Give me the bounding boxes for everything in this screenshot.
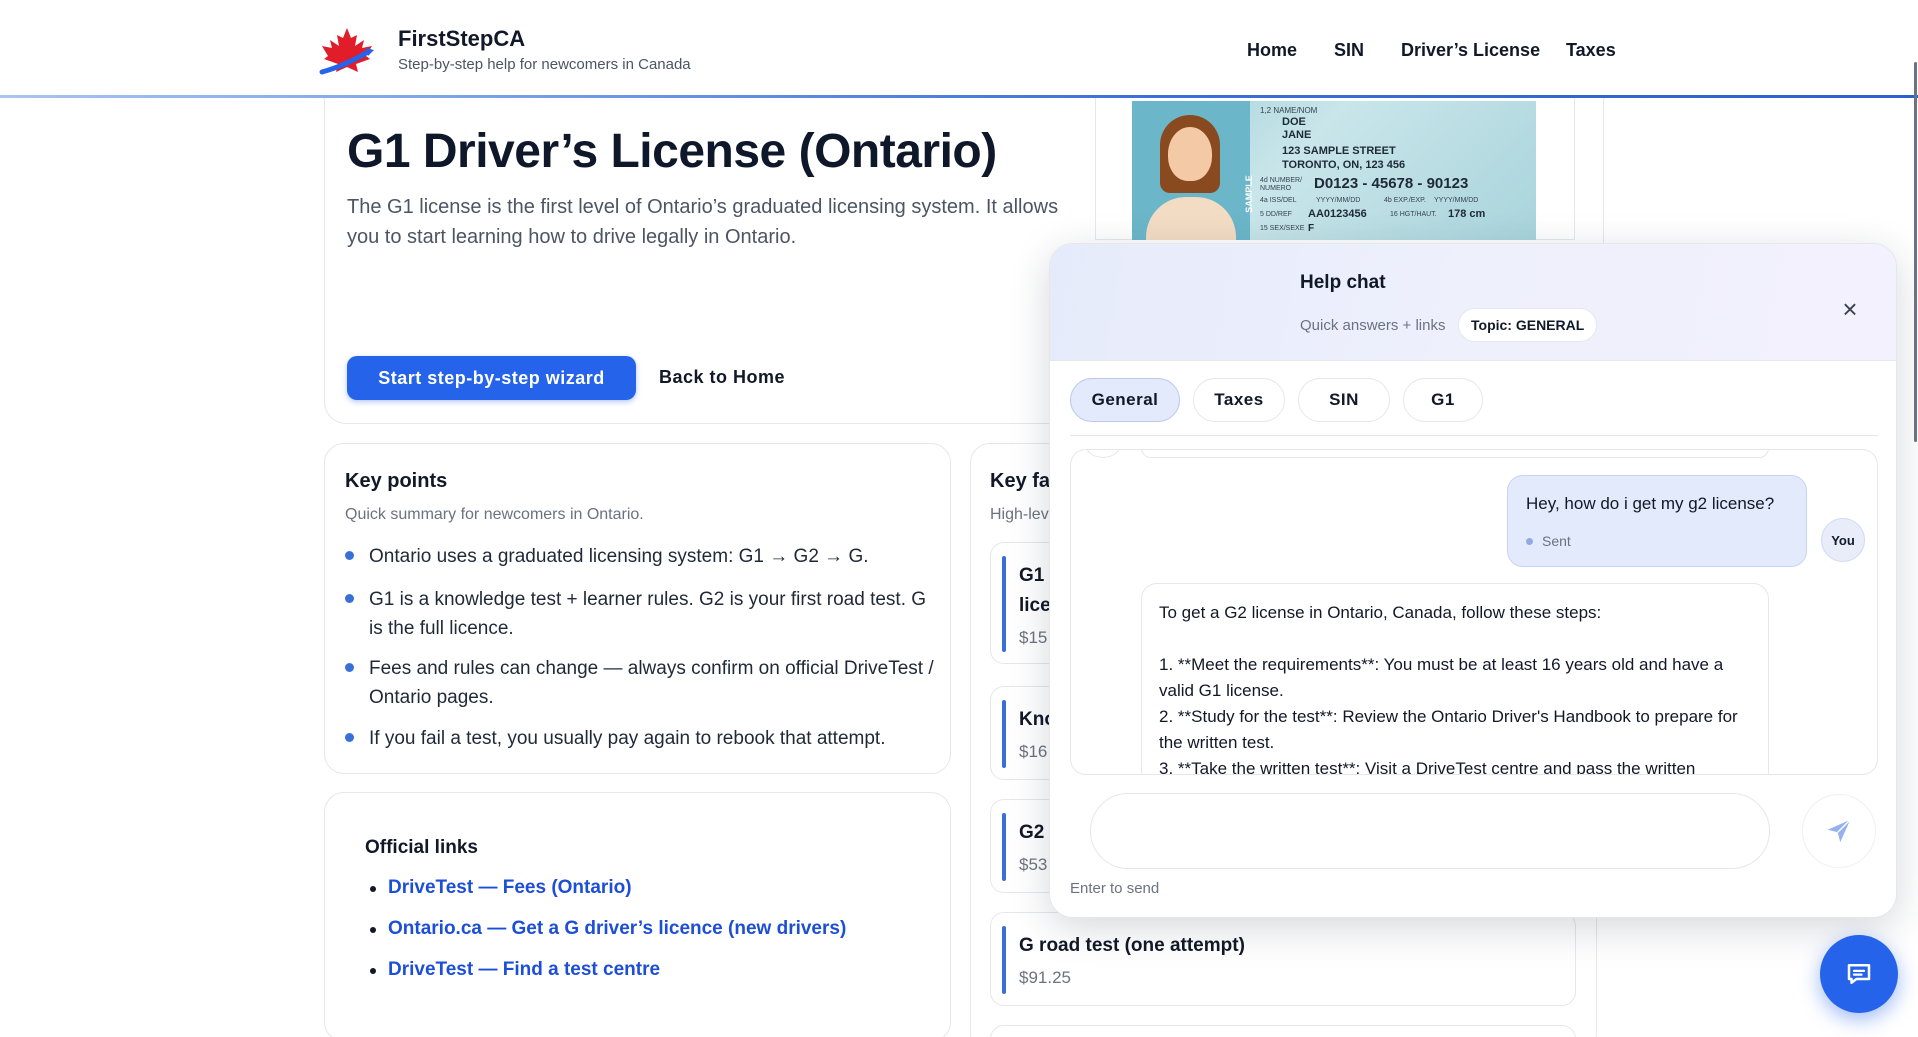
key-point-item: Ontario uses a graduated licensing syste… xyxy=(369,546,869,567)
topic-badge: Topic: GENERAL xyxy=(1458,308,1598,342)
send-icon xyxy=(1827,819,1851,843)
fact-item xyxy=(990,1025,1576,1037)
fact-value: $16 xyxy=(1019,742,1048,761)
chat-title: Help chat xyxy=(1300,272,1386,293)
chat-input[interactable] xyxy=(1090,793,1770,869)
previous-message xyxy=(1141,450,1769,458)
back-to-home-button[interactable]: Back to Home xyxy=(659,367,785,388)
chip-g1[interactable]: G1 xyxy=(1403,378,1483,422)
official-links-title: Official links xyxy=(365,837,478,858)
brand-title[interactable]: FirstStepCA xyxy=(398,26,525,52)
nav-home[interactable]: Home xyxy=(1247,40,1297,61)
license-photo xyxy=(1132,101,1250,240)
chat-header: Help chat Quick answers + links Topic: G… xyxy=(1050,244,1896,361)
bot-message-text: To get a G2 license in Ontario, Canada, … xyxy=(1159,603,1738,775)
license-stamp: SAMPLE xyxy=(1243,175,1254,213)
chip-general[interactable]: General xyxy=(1070,378,1180,422)
sample-license-image: SAMPLE 1,2 NAME/NOM DOE JANE 123 SAMPLE … xyxy=(1132,101,1536,240)
key-facts-title: Key fa xyxy=(990,470,1051,492)
site-header: FirstStepCA Step-by-step help for newcom… xyxy=(0,0,1918,97)
official-links-card xyxy=(324,792,951,1037)
fact-title: G2 xyxy=(1019,822,1045,843)
fact-title: lice xyxy=(1019,595,1051,616)
user-message: Hey, how do i get my g2 license? Sent xyxy=(1507,475,1807,567)
key-points-subtitle: Quick summary for newcomers in Ontario. xyxy=(345,506,644,523)
message-status: Sent xyxy=(1542,533,1571,549)
page-title: G1 Driver’s License (Ontario) xyxy=(347,125,997,178)
fact-title: G1 xyxy=(1019,565,1045,586)
link-find-test-centre[interactable]: DriveTest — Find a test centre xyxy=(388,959,660,981)
fact-item xyxy=(990,912,1576,1006)
key-point-item: G1 is a knowledge test + learner rules. … xyxy=(369,589,927,639)
help-chat-panel: Help chat Quick answers + links Topic: G… xyxy=(1049,243,1897,918)
nav-drivers-license[interactable]: Driver’s License xyxy=(1401,40,1540,61)
chip-sin[interactable]: SIN xyxy=(1298,378,1390,422)
fact-value: $53 xyxy=(1019,855,1048,874)
key-points-title: Key points xyxy=(345,470,448,492)
fact-value: $15 xyxy=(1019,628,1048,647)
chat-messages[interactable]: Hey, how do i get my g2 license? Sent Yo… xyxy=(1070,449,1878,775)
send-button[interactable] xyxy=(1802,794,1876,868)
key-facts-subtitle: High-lev xyxy=(990,506,1049,523)
chat-subtitle: Quick answers + links xyxy=(1300,317,1446,334)
chat-toggle-button[interactable] xyxy=(1820,935,1898,1013)
send-hint: Enter to send xyxy=(1070,880,1160,897)
close-icon[interactable]: × xyxy=(1837,296,1863,322)
maple-leaf-logo-icon[interactable] xyxy=(316,26,378,76)
user-message-text: Hey, how do i get my g2 license? xyxy=(1526,494,1775,513)
nav-sin[interactable]: SIN xyxy=(1334,40,1364,61)
brand-subtitle: Step-by-step help for newcomers in Canad… xyxy=(398,56,691,73)
chip-taxes[interactable]: Taxes xyxy=(1193,378,1285,422)
avatar: You xyxy=(1821,518,1865,562)
fact-value: $91.25 xyxy=(1019,968,1071,987)
page-description: The G1 license is the first level of Ont… xyxy=(347,196,1059,248)
nav-taxes[interactable]: Taxes xyxy=(1566,40,1616,61)
start-wizard-button[interactable]: Start step-by-step wizard xyxy=(347,356,636,400)
bot-message: To get a G2 license in Ontario, Canada, … xyxy=(1141,583,1769,775)
link-ontario-g-licence[interactable]: Ontario.ca — Get a G driver’s licence (n… xyxy=(388,918,846,940)
link-drivetest-fees[interactable]: DriveTest — Fees (Ontario) xyxy=(388,877,632,899)
key-point-item: Fees and rules can change — always confi… xyxy=(369,658,934,708)
page-scrollbar[interactable] xyxy=(1914,62,1917,442)
fact-title: G road test (one attempt) xyxy=(1019,935,1245,956)
chat-bubble-icon xyxy=(1847,964,1871,984)
key-point-item: If you fail a test, you usually pay agai… xyxy=(369,728,886,749)
